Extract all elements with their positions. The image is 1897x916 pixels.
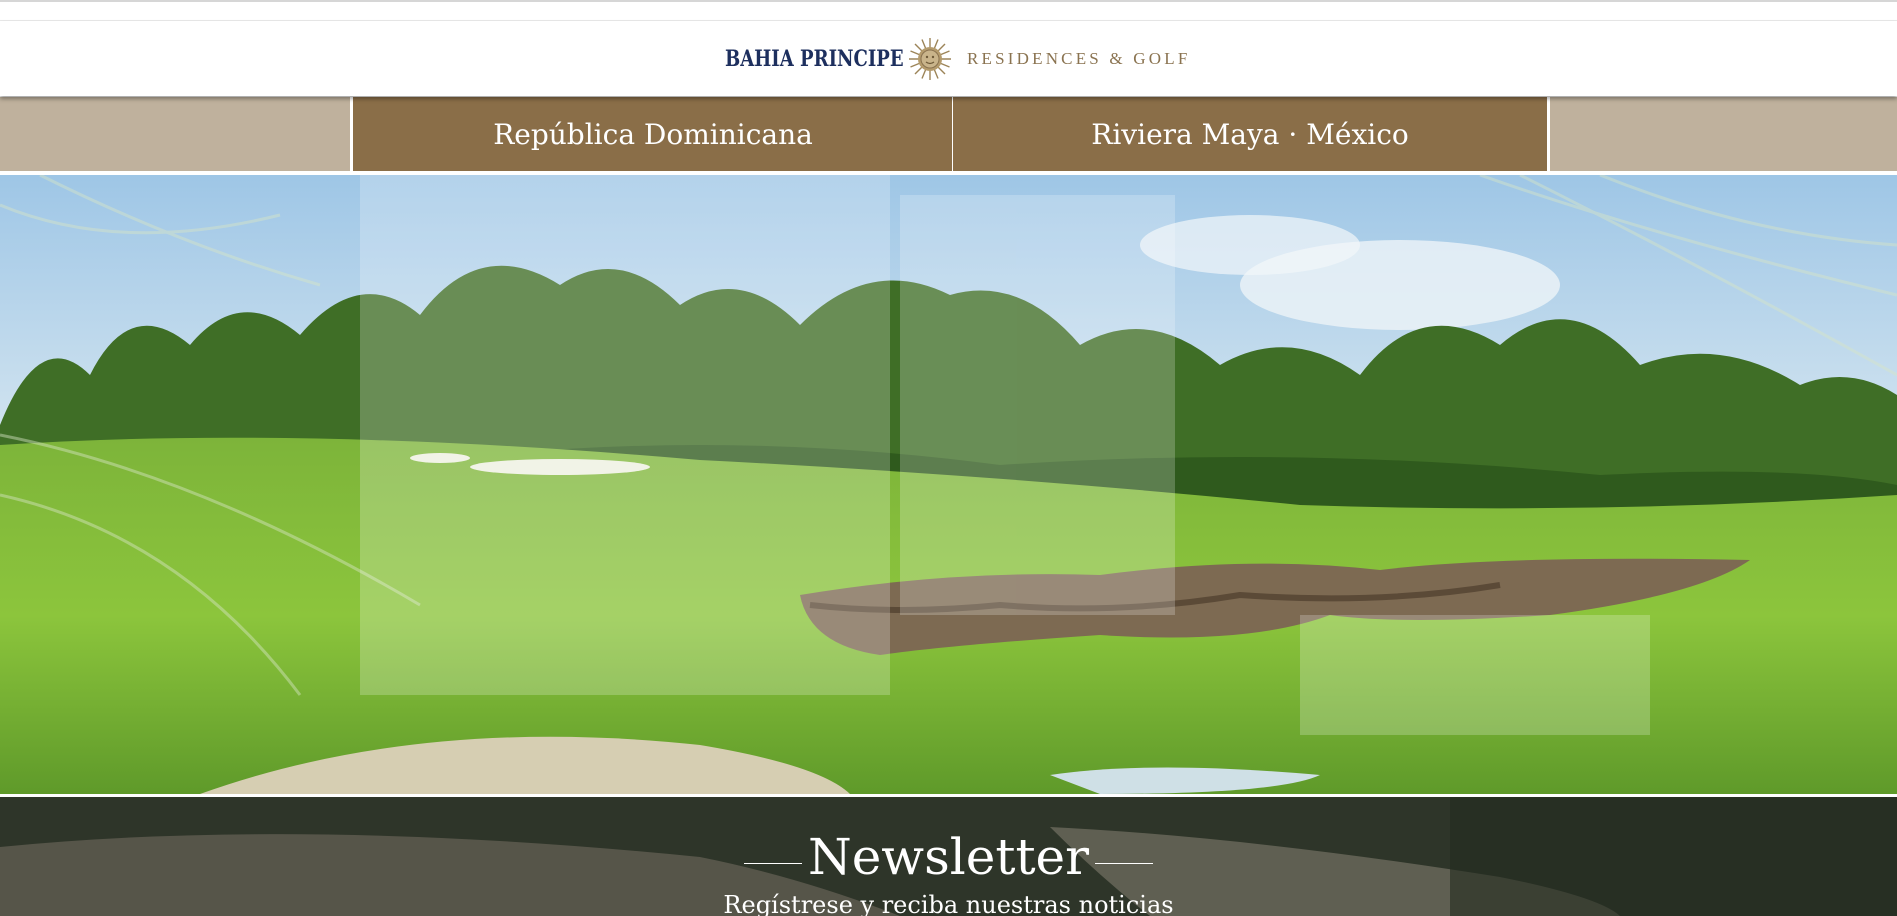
top-divider: [0, 0, 1897, 2]
brand-name: BAHIA PRINCIPE: [725, 46, 904, 72]
golf-course-hero-image: [0, 175, 1897, 794]
newsletter-title: Newsletter: [807, 828, 1090, 886]
brand-logo[interactable]: BAHIA PRINCIPE RESIDENCES & GOLF: [725, 36, 1190, 82]
newsletter-subtitle: Regístrese y reciba nuestras noticias: [723, 891, 1174, 916]
title-rule-right: [1095, 862, 1154, 864]
tab-republica-dominicana[interactable]: República Dominicana: [350, 97, 954, 171]
title-rule-left: [743, 862, 802, 864]
tab-riviera-maya-mexico[interactable]: Riviera Maya · México: [952, 97, 1550, 171]
site-header: BAHIA PRINCIPE RESIDENCES & GOLF: [0, 21, 1897, 96]
newsletter-title-row: Newsletter: [0, 829, 1897, 885]
brand-tagline: RESIDENCES & GOLF: [967, 49, 1191, 68]
nav-divider: [0, 171, 1897, 173]
sun-emblem-icon: [909, 38, 951, 80]
region-nav: República Dominicana Riviera Maya · Méxi…: [0, 97, 1897, 173]
hero-illustration: [0, 175, 1897, 794]
top-strip: [0, 0, 1897, 21]
newsletter-section: Newsletter Regístrese y reciba nuestras …: [0, 797, 1897, 916]
